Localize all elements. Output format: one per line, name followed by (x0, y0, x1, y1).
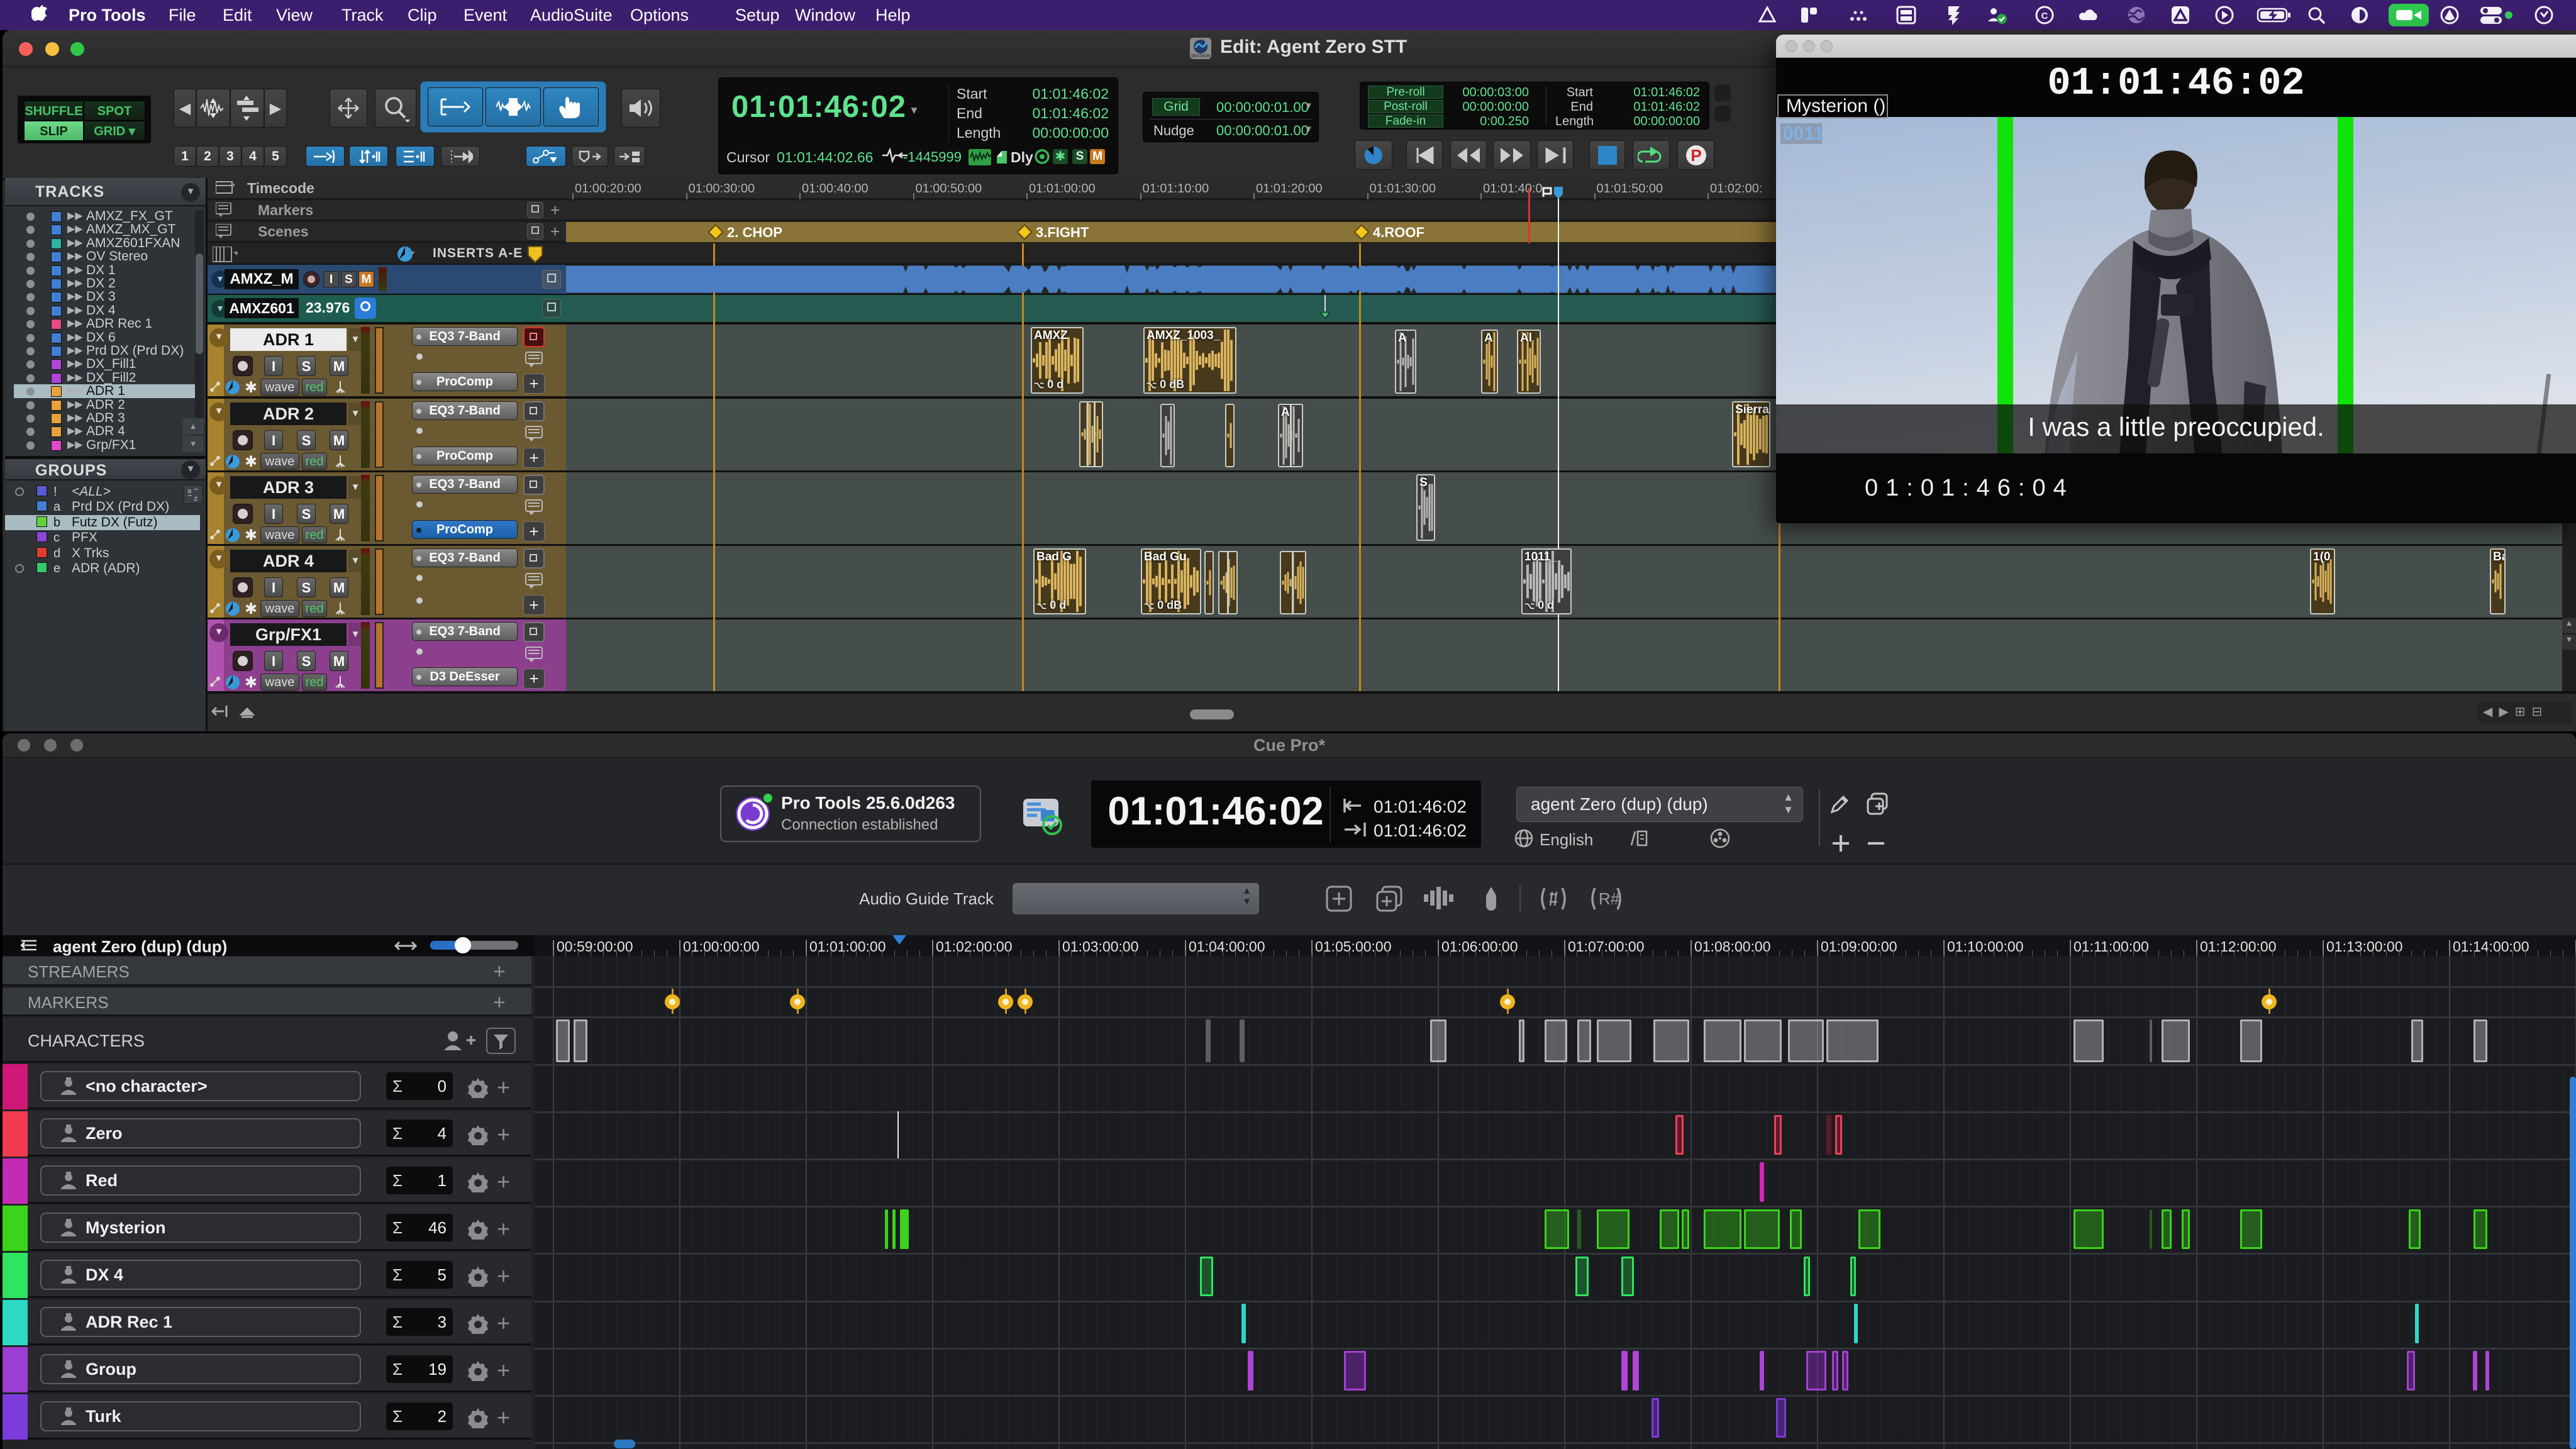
svg-text:C: C (2041, 11, 2048, 21)
svg-text:a: a (187, 488, 192, 496)
svg-text:R#: R# (1599, 889, 1620, 908)
svg-text:P: P (1690, 146, 1701, 165)
svg-text:z: z (194, 496, 198, 503)
svg-text:SESSION: SESSION (1191, 54, 1210, 58)
